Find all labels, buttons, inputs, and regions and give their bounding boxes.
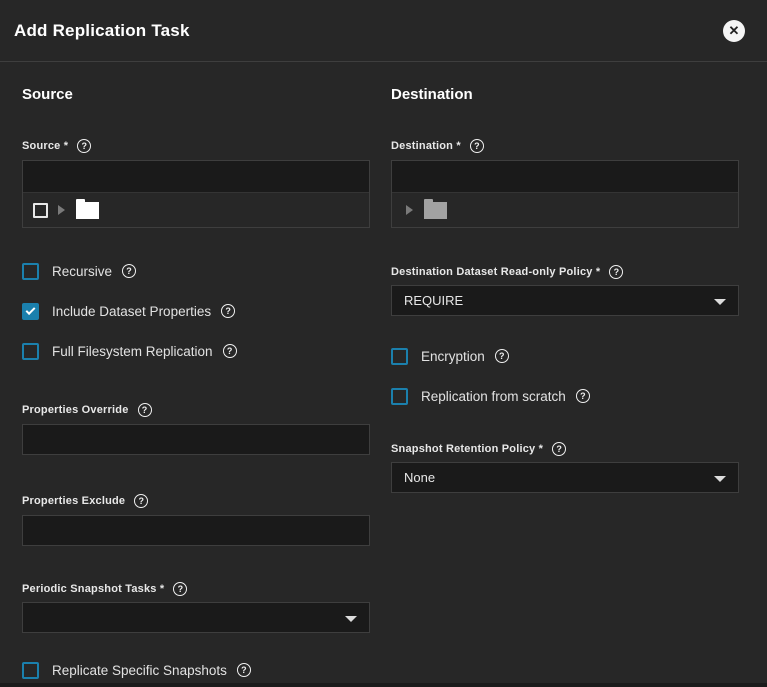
recursive-checkbox[interactable]: [22, 263, 39, 280]
properties-exclude-help-icon[interactable]: ?: [134, 494, 148, 508]
destination-help-icon[interactable]: ?: [470, 139, 484, 153]
dialog-body: Source Source * ? Recursive ? Include Da…: [0, 62, 767, 679]
replication-from-scratch-label: Replication from scratch: [421, 389, 566, 404]
full-filesystem-replication-help-icon[interactable]: ?: [223, 344, 237, 358]
properties-exclude-label: Properties Exclude: [22, 495, 125, 507]
chevron-down-icon: [714, 476, 726, 482]
source-help-icon[interactable]: ?: [77, 139, 91, 153]
source-tree-expand-arrow-icon[interactable]: [58, 205, 65, 215]
readonly-policy-value: REQUIRE: [404, 293, 463, 308]
encryption-checkbox[interactable]: [391, 348, 408, 365]
source-tree-filter-input[interactable]: [23, 161, 369, 193]
properties-override-help-icon[interactable]: ?: [138, 403, 152, 417]
recursive-help-icon[interactable]: ?: [122, 264, 136, 278]
destination-field-label: Destination *: [391, 140, 461, 152]
source-tree-checkbox[interactable]: [33, 203, 48, 218]
recursive-label: Recursive: [52, 264, 112, 279]
periodic-snapshot-tasks-label: Periodic Snapshot Tasks *: [22, 583, 164, 595]
readonly-policy-label: Destination Dataset Read-only Policy *: [391, 266, 600, 278]
readonly-policy-select[interactable]: REQUIRE: [391, 285, 739, 316]
replicate-specific-snapshots-help-icon[interactable]: ?: [237, 663, 251, 677]
encryption-help-icon[interactable]: ?: [495, 349, 509, 363]
destination-column: Destination Destination * ? Destination …: [391, 62, 739, 679]
full-filesystem-replication-label: Full Filesystem Replication: [52, 344, 213, 359]
replicate-specific-snapshots-checkbox[interactable]: [22, 662, 39, 679]
properties-exclude-input[interactable]: [22, 515, 370, 546]
source-field-label: Source *: [22, 140, 68, 152]
snapshot-retention-policy-select[interactable]: None: [391, 462, 739, 493]
destination-tree-expand-arrow-icon[interactable]: [406, 205, 413, 215]
readonly-policy-help-icon[interactable]: ?: [609, 265, 623, 279]
close-button[interactable]: ✕: [723, 20, 745, 42]
include-dataset-properties-help-icon[interactable]: ?: [221, 304, 235, 318]
chevron-down-icon: [714, 299, 726, 305]
close-icon: ✕: [729, 24, 740, 37]
replication-from-scratch-help-icon[interactable]: ?: [576, 389, 590, 403]
destination-tree-root-row[interactable]: [392, 193, 738, 227]
full-filesystem-replication-checkbox[interactable]: [22, 343, 39, 360]
properties-override-label: Properties Override: [22, 404, 129, 416]
source-section-heading: Source: [22, 86, 370, 103]
source-folder-icon: [76, 202, 99, 219]
snapshot-retention-policy-label: Snapshot Retention Policy *: [391, 443, 543, 455]
source-column: Source Source * ? Recursive ? Include Da…: [22, 62, 370, 679]
dialog-title: Add Replication Task: [14, 21, 190, 41]
replicate-specific-snapshots-label: Replicate Specific Snapshots: [52, 663, 227, 678]
destination-tree-filter-input[interactable]: [392, 161, 738, 193]
source-tree-explorer: [22, 160, 370, 228]
destination-section-heading: Destination: [391, 86, 739, 103]
include-dataset-properties-label: Include Dataset Properties: [52, 304, 211, 319]
periodic-snapshot-tasks-help-icon[interactable]: ?: [173, 582, 187, 596]
periodic-snapshot-tasks-select[interactable]: [22, 602, 370, 633]
replication-from-scratch-checkbox[interactable]: [391, 388, 408, 405]
dialog-bottom-edge: [0, 683, 767, 687]
chevron-down-icon: [345, 616, 357, 622]
properties-override-input[interactable]: [22, 424, 370, 455]
destination-tree-explorer: [391, 160, 739, 228]
snapshot-retention-policy-value: None: [404, 470, 435, 485]
encryption-label: Encryption: [421, 349, 485, 364]
destination-folder-icon: [424, 202, 447, 219]
dialog-header: Add Replication Task ✕: [0, 0, 767, 62]
include-dataset-properties-checkbox[interactable]: [22, 303, 39, 320]
snapshot-retention-policy-help-icon[interactable]: ?: [552, 442, 566, 456]
source-tree-root-row[interactable]: [23, 193, 369, 227]
